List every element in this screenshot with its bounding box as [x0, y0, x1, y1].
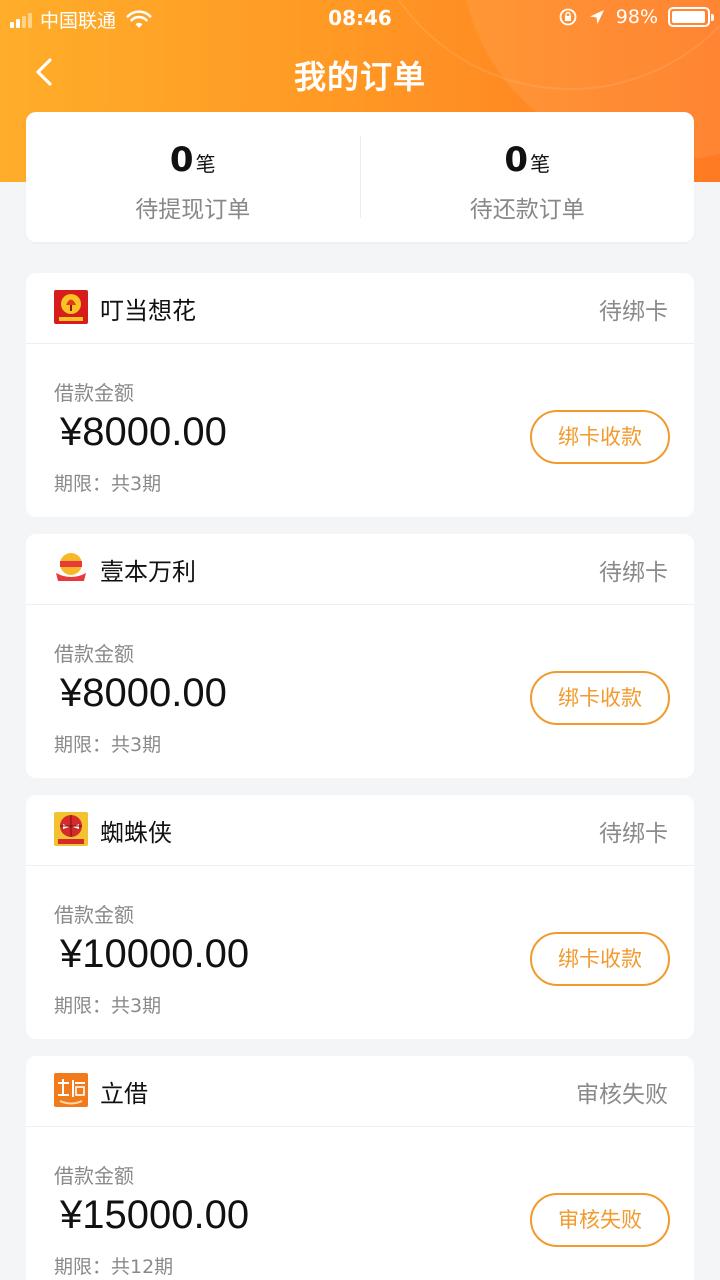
ingot-logo-icon	[54, 551, 88, 585]
rotation-lock-icon	[559, 8, 577, 26]
status-bar: 中国联通 08:46 98%	[0, 0, 720, 38]
amount-label: 借款金额	[54, 903, 134, 927]
order-card[interactable]: 叮当想花 待绑卡 借款金额 ¥8000.00 期限：共3期 绑卡收款	[26, 273, 694, 517]
term-text: 期限：共3期	[54, 734, 162, 756]
order-card[interactable]: 蜘蛛侠 待绑卡 借款金额 ¥10000.00 期限：共3期 绑卡收款	[26, 795, 694, 1039]
bind-card-button[interactable]: 绑卡收款	[530, 671, 670, 725]
brand-name: 叮当想花	[100, 297, 196, 325]
summary-pending-repay[interactable]: 0笔 待还款订单	[361, 112, 695, 242]
summary-count: 0	[504, 140, 529, 180]
order-card[interactable]: 立借 审核失败 借款金额 ¥15000.00 期限：共12期 审核失败	[26, 1056, 694, 1280]
term-text: 期限：共12期	[54, 1256, 174, 1278]
order-card-header: 壹本万利 待绑卡	[26, 534, 694, 605]
battery-percent: 98%	[615, 6, 658, 28]
location-arrow-icon	[589, 10, 604, 24]
amount-label: 借款金额	[54, 642, 134, 666]
bind-card-button[interactable]: 绑卡收款	[530, 932, 670, 986]
nav-bar: 我的订单	[0, 38, 720, 106]
lijie-logo-icon	[54, 1073, 88, 1107]
order-card-header: 蜘蛛侠 待绑卡	[26, 795, 694, 866]
order-status: 待绑卡	[599, 560, 668, 586]
amount-value: ¥8000.00	[60, 671, 227, 715]
order-card[interactable]: 壹本万利 待绑卡 借款金额 ¥8000.00 期限：共3期 绑卡收款	[26, 534, 694, 778]
status-right: 98%	[558, 6, 714, 28]
order-status: 待绑卡	[599, 821, 668, 847]
amount-value: ¥8000.00	[60, 410, 227, 454]
summary-unit: 笔	[530, 152, 551, 176]
amount-value: ¥15000.00	[60, 1193, 250, 1237]
page-title: 我的订单	[293, 58, 426, 96]
bind-card-button[interactable]: 绑卡收款	[530, 410, 670, 464]
order-card-header: 立借 审核失败	[26, 1056, 694, 1127]
review-failed-button[interactable]: 审核失败	[530, 1193, 670, 1247]
spider-logo-icon	[54, 812, 88, 846]
battery-icon	[668, 7, 714, 27]
brand-name: 立借	[100, 1080, 148, 1108]
summary-label: 待提现订单	[135, 197, 251, 223]
order-summary-card: 0笔 待提现订单 0笔 待还款订单	[26, 112, 694, 242]
order-card-header: 叮当想花 待绑卡	[26, 273, 694, 344]
brand-name: 壹本万利	[100, 558, 196, 586]
summary-label: 待还款订单	[469, 197, 585, 223]
order-status: 待绑卡	[599, 299, 668, 325]
term-text: 期限：共3期	[54, 995, 162, 1017]
bell-logo-icon	[54, 290, 88, 324]
order-status: 审核失败	[576, 1082, 668, 1108]
summary-count: 0	[169, 140, 194, 180]
brand-name: 蜘蛛侠	[100, 819, 172, 847]
summary-unit: 笔	[195, 152, 216, 176]
amount-label: 借款金额	[54, 381, 134, 405]
orders-page: 中国联通 08:46 98% 我的订单 0 笔 待提现订单 0 笔 待还款订单 …	[0, 0, 720, 1280]
term-text: 期限：共3期	[54, 473, 162, 495]
amount-value: ¥10000.00	[60, 932, 250, 976]
amount-label: 借款金额	[54, 1164, 134, 1188]
summary-pending-withdraw[interactable]: 0笔 待提现订单	[26, 112, 360, 242]
